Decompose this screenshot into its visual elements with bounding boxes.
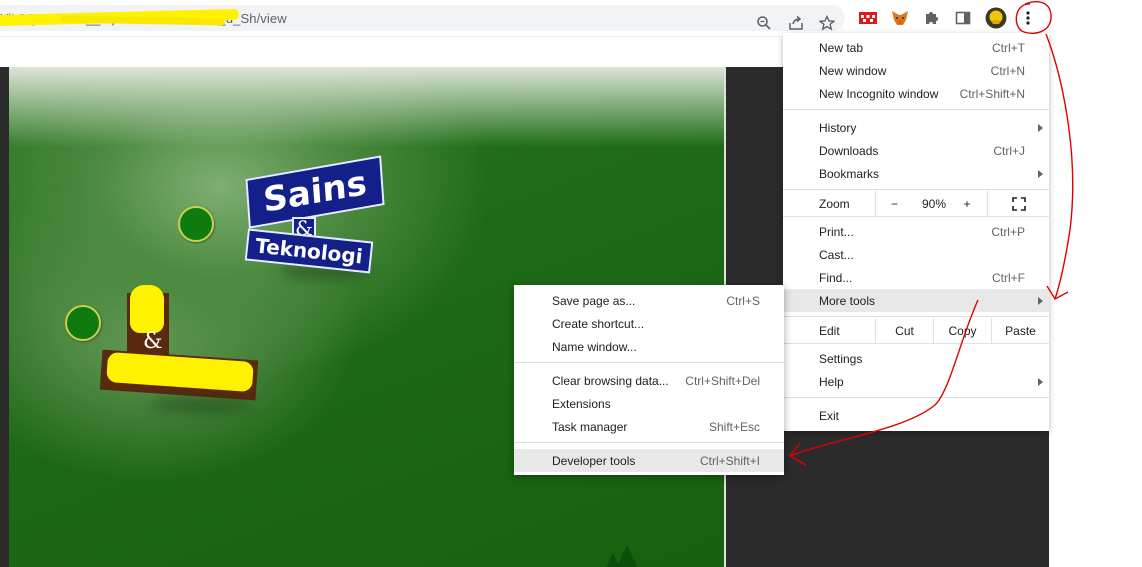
menu-edit-label: Edit xyxy=(819,324,840,338)
yellow-highlight-top xyxy=(130,285,164,333)
submenu-create-shortcut[interactable]: Create shortcut... xyxy=(514,312,784,335)
logo-teknologi: Teknologi xyxy=(244,228,374,274)
address-bar[interactable]: YiL2QIaJSfWh__kq1e1AC99PBPT86_d_Sh/view xyxy=(0,5,845,31)
developer-tools-label: Developer tools xyxy=(552,453,636,468)
menu-bookmarks[interactable]: Bookmarks xyxy=(783,162,1049,185)
zoom-level: 90% xyxy=(921,196,947,211)
menu-separator xyxy=(783,316,1049,317)
zoom-icon[interactable] xyxy=(753,12,775,34)
menu-more-tools[interactable]: More tools xyxy=(783,289,1049,312)
menu-downloads-shortcut: Ctrl+J xyxy=(993,143,1025,158)
arrow-to-more-tools xyxy=(1045,33,1074,300)
page-left-border xyxy=(0,67,9,567)
menu-separator xyxy=(783,109,1049,110)
metamask-fox-icon[interactable] xyxy=(889,7,911,29)
zoom-in-button[interactable]: + xyxy=(955,191,979,216)
browser-toolbar: YiL2QIaJSfWh__kq1e1AC99PBPT86_d_Sh/view xyxy=(0,0,1142,36)
menu-separator xyxy=(514,362,784,363)
submenu-extensions[interactable]: Extensions xyxy=(514,392,784,415)
menu-new-window-shortcut: Ctrl+N xyxy=(990,63,1025,78)
menu-edit-row: Edit Cut Copy Paste xyxy=(783,318,1049,343)
menu-settings-label: Settings xyxy=(819,351,863,366)
tree-2 xyxy=(601,553,625,567)
save-page-label: Save page as... xyxy=(552,293,636,308)
submenu-arrow-icon xyxy=(1038,123,1043,132)
green-dot-left xyxy=(65,305,101,341)
clear-browsing-shortcut: Ctrl+Shift+Del xyxy=(685,373,760,388)
submenu-clear-browsing-data[interactable]: Clear browsing data... Ctrl+Shift+Del xyxy=(514,369,784,392)
cut-button[interactable]: Cut xyxy=(875,318,933,343)
menu-new-window[interactable]: New window Ctrl+N xyxy=(783,59,1049,82)
puzzle-extensions-icon[interactable] xyxy=(920,7,942,29)
menu-downloads[interactable]: Downloads Ctrl+J xyxy=(783,139,1049,162)
profile-avatar-icon[interactable] xyxy=(985,7,1007,29)
menu-incognito-shortcut: Ctrl+Shift+N xyxy=(959,86,1025,101)
task-manager-label: Task manager xyxy=(552,419,628,434)
menu-find[interactable]: Find... Ctrl+F xyxy=(783,266,1049,289)
menu-new-tab-label: New tab xyxy=(819,40,864,55)
create-shortcut-label: Create shortcut... xyxy=(552,316,645,331)
chrome-main-menu: New tab Ctrl+T New window Ctrl+N New Inc… xyxy=(783,33,1049,431)
menu-separator xyxy=(514,442,784,443)
bookmark-star-icon[interactable] xyxy=(816,12,838,34)
submenu-arrow-icon xyxy=(1038,377,1043,386)
task-manager-shortcut: Shift+Esc xyxy=(708,419,760,434)
more-tools-submenu: Save page as... Ctrl+S Create shortcut..… xyxy=(514,285,784,475)
menu-separator xyxy=(783,189,1049,190)
left-logo-shadow xyxy=(149,397,249,413)
menu-find-label: Find... xyxy=(819,270,853,285)
side-panel-icon[interactable] xyxy=(952,7,974,29)
extension-red-icon[interactable] xyxy=(857,7,879,29)
copy-button[interactable]: Copy xyxy=(933,318,991,343)
green-dot-top xyxy=(178,206,214,242)
menu-print-label: Print... xyxy=(819,224,854,239)
menu-new-window-label: New window xyxy=(819,63,887,78)
menu-incognito-label: New Incognito window xyxy=(819,86,939,101)
menu-find-shortcut: Ctrl+F xyxy=(992,270,1025,285)
menu-print-shortcut: Ctrl+P xyxy=(991,224,1025,239)
menu-cast[interactable]: Cast... xyxy=(783,243,1049,266)
toolbar-divider xyxy=(0,36,780,37)
arrowhead-more-tools xyxy=(1046,285,1069,300)
zoom-out-button[interactable]: − xyxy=(875,191,913,216)
menu-history[interactable]: History xyxy=(783,116,1049,139)
menu-exit-label: Exit xyxy=(819,408,840,423)
menu-more-tools-label: More tools xyxy=(819,293,876,308)
clear-browsing-label: Clear browsing data... xyxy=(552,373,669,388)
left-ampersand: & xyxy=(143,329,163,354)
menu-exit[interactable]: Exit xyxy=(783,404,1049,427)
share-icon[interactable] xyxy=(785,12,807,34)
submenu-save-page[interactable]: Save page as... Ctrl+S xyxy=(514,289,784,312)
menu-print[interactable]: Print... Ctrl+P xyxy=(783,220,1049,243)
menu-zoom-row: Zoom − 90% + xyxy=(783,191,1049,216)
submenu-task-manager[interactable]: Task manager Shift+Esc xyxy=(514,415,784,438)
name-window-label: Name window... xyxy=(552,339,637,354)
kebab-menu-icon[interactable] xyxy=(1017,7,1039,29)
submenu-name-window[interactable]: Name window... xyxy=(514,335,784,358)
menu-new-incognito-window[interactable]: New Incognito window Ctrl+Shift+N xyxy=(783,82,1049,105)
menu-history-label: History xyxy=(819,120,857,135)
menu-new-tab[interactable]: New tab Ctrl+T xyxy=(783,36,1049,59)
menu-settings[interactable]: Settings xyxy=(783,347,1049,370)
menu-zoom-label: Zoom xyxy=(819,197,850,211)
menu-new-tab-shortcut: Ctrl+T xyxy=(992,40,1025,55)
menu-downloads-label: Downloads xyxy=(819,143,879,158)
fullscreen-icon[interactable] xyxy=(987,191,1049,216)
menu-help-label: Help xyxy=(819,374,844,389)
scene-fog xyxy=(9,67,724,147)
submenu-arrow-icon xyxy=(1038,296,1043,305)
paste-button[interactable]: Paste xyxy=(991,318,1049,343)
menu-separator xyxy=(783,343,1049,344)
submenu-arrow-icon xyxy=(1038,169,1043,178)
extensions-label: Extensions xyxy=(552,396,611,411)
menu-bookmarks-label: Bookmarks xyxy=(819,166,880,181)
menu-separator xyxy=(783,397,1049,398)
menu-help[interactable]: Help xyxy=(783,370,1049,393)
menu-cast-label: Cast... xyxy=(819,247,854,262)
save-page-shortcut: Ctrl+S xyxy=(726,293,760,308)
menu-separator xyxy=(783,216,1049,217)
submenu-developer-tools[interactable]: Developer tools Ctrl+Shift+I xyxy=(514,449,784,472)
developer-tools-shortcut: Ctrl+Shift+I xyxy=(699,453,760,468)
